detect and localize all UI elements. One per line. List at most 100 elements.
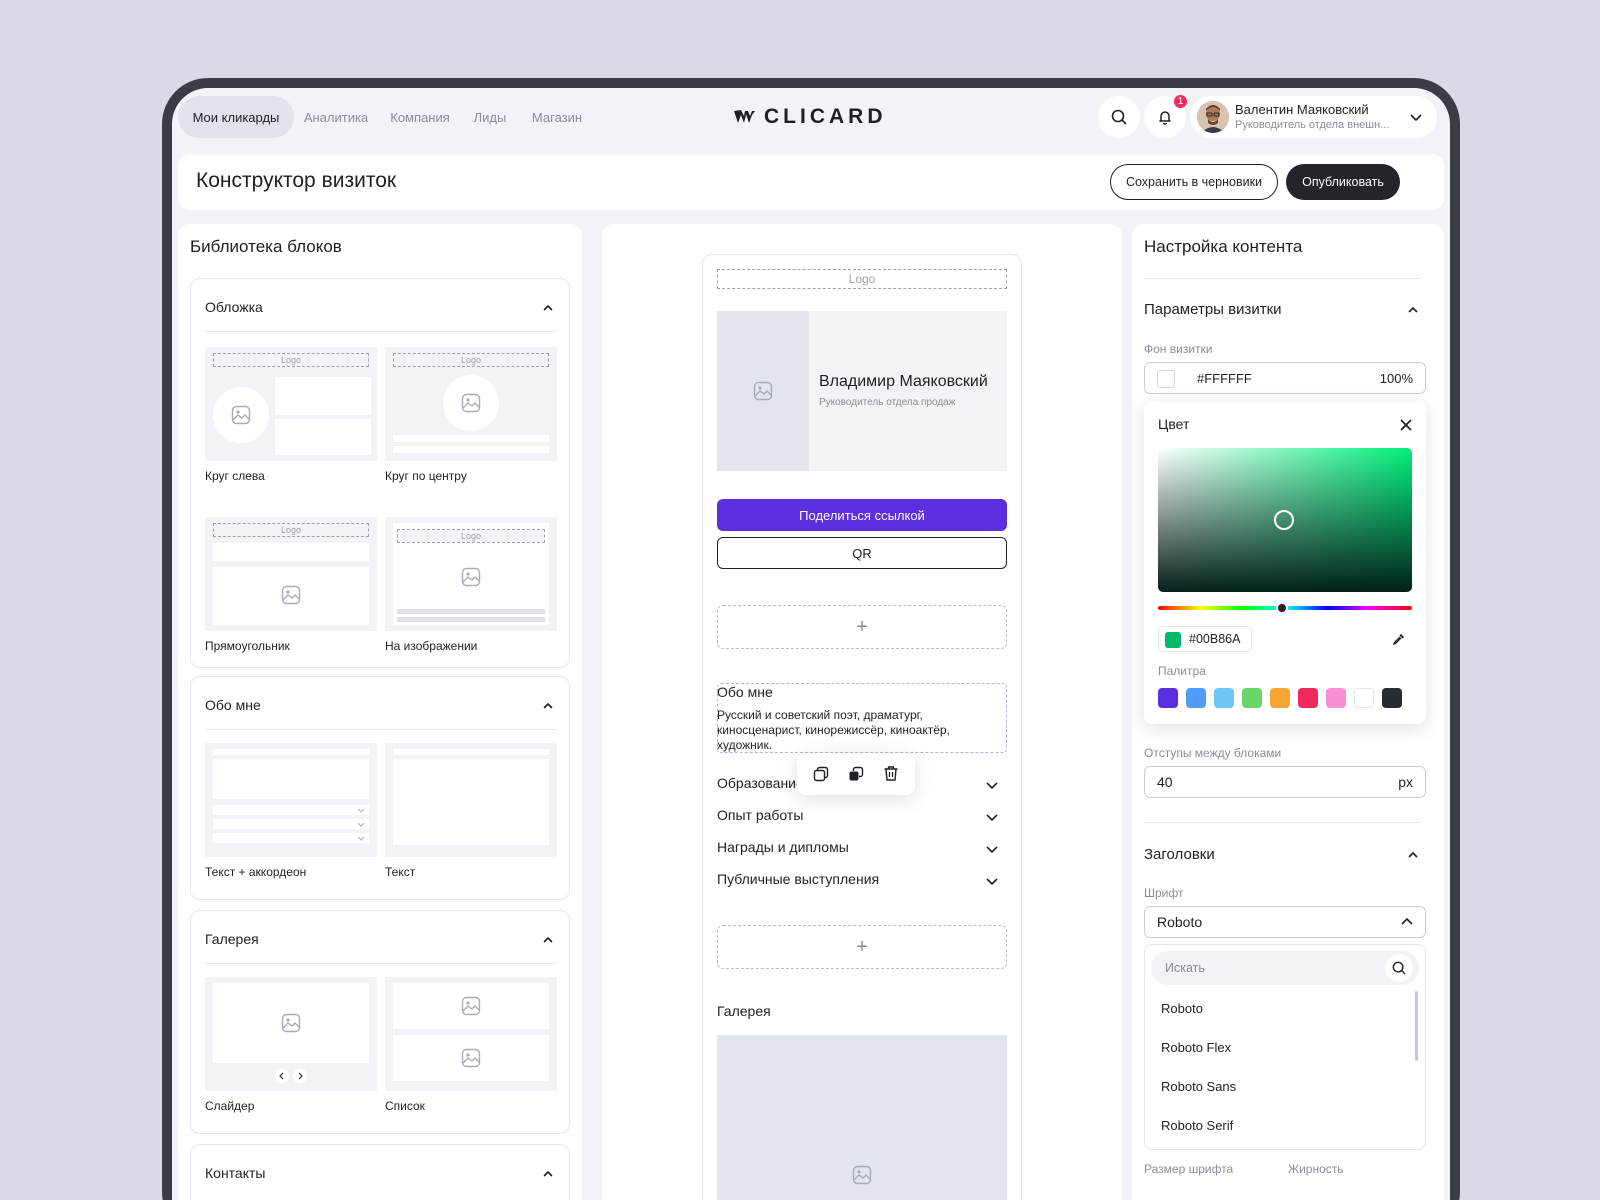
share-link-button[interactable]: Поделиться ссылкой: [717, 499, 1007, 531]
palette-swatch[interactable]: [1270, 688, 1290, 708]
font-search-button[interactable]: [1385, 954, 1413, 982]
block-label: Слайдер: [205, 1099, 255, 1113]
chevron-up-icon[interactable]: [543, 1169, 553, 1179]
palette-swatch[interactable]: [1158, 688, 1178, 708]
preview-logo[interactable]: Logo: [717, 269, 1007, 289]
color-cursor[interactable]: [1274, 510, 1294, 530]
brand-name: CLICARD: [764, 105, 887, 128]
preview-cover[interactable]: Владимир Маяковский Руководитель отдела …: [717, 311, 1007, 471]
gallery-image[interactable]: [717, 1035, 1007, 1200]
dropdown-scrollbar[interactable]: [1415, 991, 1418, 1061]
user-name: Валентин Маяковский: [1235, 102, 1369, 117]
search-button[interactable]: [1098, 96, 1140, 138]
hue-slider-handle[interactable]: [1276, 602, 1288, 614]
add-block-button[interactable]: +: [717, 605, 1007, 649]
palette-swatch[interactable]: [1382, 688, 1402, 708]
chevron-down-icon: [357, 808, 365, 841]
text-placeholder: [393, 759, 549, 845]
page-header: Конструктор визиток Сохранить в черновик…: [178, 154, 1444, 210]
block-cover-rectangle[interactable]: Logo: [205, 517, 377, 631]
about-text: Русский и советский поэт, драматург, кин…: [717, 708, 950, 752]
accordion-item[interactable]: Опыт работы: [717, 807, 1007, 831]
tab-analytics[interactable]: Аналитика: [298, 96, 374, 138]
duplicate-icon[interactable]: [813, 766, 829, 782]
save-draft-button[interactable]: Сохранить в черновики: [1110, 164, 1278, 200]
eyedropper-icon[interactable]: [1392, 632, 1406, 646]
accordion-label: Публичные выступления: [717, 871, 880, 887]
block-cover-circle-center[interactable]: Logo: [385, 347, 557, 461]
close-icon[interactable]: [1400, 419, 1412, 431]
text-placeholder: [393, 446, 549, 453]
block-gallery-list[interactable]: [385, 977, 557, 1091]
tab-shop[interactable]: Магазин: [522, 96, 592, 138]
spacing-input[interactable]: 40 px: [1144, 766, 1426, 798]
logo-placeholder: Logo: [397, 529, 545, 543]
search-icon: [1111, 109, 1127, 125]
font-select[interactable]: Roboto: [1144, 906, 1426, 938]
block-gallery-slider[interactable]: [205, 977, 377, 1091]
palette-swatch[interactable]: [1242, 688, 1262, 708]
palette-swatch[interactable]: [1298, 688, 1318, 708]
tab-my-clicards[interactable]: Мои кликарды: [178, 96, 294, 138]
hex-input[interactable]: #00B86A: [1158, 626, 1252, 652]
spacing-unit: px: [1398, 774, 1413, 790]
font-search-placeholder: Искать: [1165, 961, 1205, 975]
font-search-input[interactable]: Искать: [1151, 951, 1419, 985]
font-option[interactable]: Roboto Flex: [1161, 1040, 1231, 1055]
tab-company[interactable]: Компания: [382, 96, 458, 138]
about-block[interactable]: Обо мне Русский и советский поэт, драмат…: [717, 683, 1007, 753]
chevron-up-icon[interactable]: [1408, 850, 1418, 860]
bg-color-field[interactable]: #FFFFFF 100%: [1144, 362, 1426, 394]
tab-leads[interactable]: Лиды: [464, 96, 516, 138]
font-option[interactable]: Roboto: [1161, 1001, 1203, 1016]
publish-button[interactable]: Опубликовать: [1286, 164, 1400, 200]
image-icon: [281, 1013, 301, 1033]
accordion-label: Опыт работы: [717, 807, 804, 823]
block-about-text[interactable]: [385, 743, 557, 857]
divider: [1144, 822, 1420, 823]
user-menu[interactable]: Валентин Маяковский Руководитель отдела …: [1190, 96, 1437, 138]
layers-icon[interactable]: [848, 766, 864, 782]
palette-swatch[interactable]: [1214, 688, 1234, 708]
font-option[interactable]: Roboto Sans: [1161, 1079, 1236, 1094]
chevron-up-icon[interactable]: [1408, 305, 1418, 315]
font-label: Шрифт: [1144, 886, 1184, 900]
page-title: Конструктор визиток: [196, 169, 397, 192]
block-about-text-accordion[interactable]: [205, 743, 377, 857]
text-placeholder: [275, 377, 371, 415]
accordion-item[interactable]: Публичные выступления: [717, 871, 1007, 895]
brand-logo[interactable]: CLICARD: [734, 104, 887, 130]
chevron-up-icon[interactable]: [543, 935, 553, 945]
spacing-label: Отступы между блоками: [1144, 746, 1282, 760]
divider: [205, 729, 557, 730]
block-label: Прямоугольник: [205, 639, 290, 653]
image-icon: [461, 1048, 481, 1068]
divider: [205, 963, 557, 964]
trash-icon[interactable]: [883, 765, 899, 782]
text-placeholder: [275, 419, 371, 455]
settings-title: Настройка контента: [1144, 237, 1303, 256]
color-picker-title: Цвет: [1158, 416, 1190, 432]
chevron-up-icon[interactable]: [543, 701, 553, 711]
section-contacts-title: Контакты: [205, 1165, 266, 1181]
palette-swatch[interactable]: [1186, 688, 1206, 708]
font-select-value: Roboto: [1157, 914, 1203, 930]
bg-label: Фон визитки: [1144, 342, 1213, 356]
add-block-button[interactable]: +: [717, 925, 1007, 969]
chevron-up-icon[interactable]: [543, 303, 553, 313]
image-icon: [461, 393, 481, 413]
slider-arrows-icon: [279, 1072, 303, 1080]
palette-swatch[interactable]: [1354, 688, 1374, 708]
bg-color-value: #FFFFFF: [1197, 371, 1252, 386]
accordion-label: Образование: [717, 775, 804, 791]
palette-swatch[interactable]: [1326, 688, 1346, 708]
selected-color-swatch: [1165, 632, 1181, 648]
block-cover-circle-left[interactable]: Logo: [205, 347, 377, 461]
accordion-item[interactable]: Награды и дипломы: [717, 839, 1007, 863]
block-cover-on-image[interactable]: Logo: [385, 517, 557, 631]
font-option[interactable]: Roboto Serif: [1161, 1118, 1233, 1133]
qr-button[interactable]: QR: [717, 537, 1007, 569]
image-icon: [281, 585, 301, 605]
color-swatch[interactable]: [1157, 370, 1175, 388]
image-icon: [461, 996, 481, 1016]
